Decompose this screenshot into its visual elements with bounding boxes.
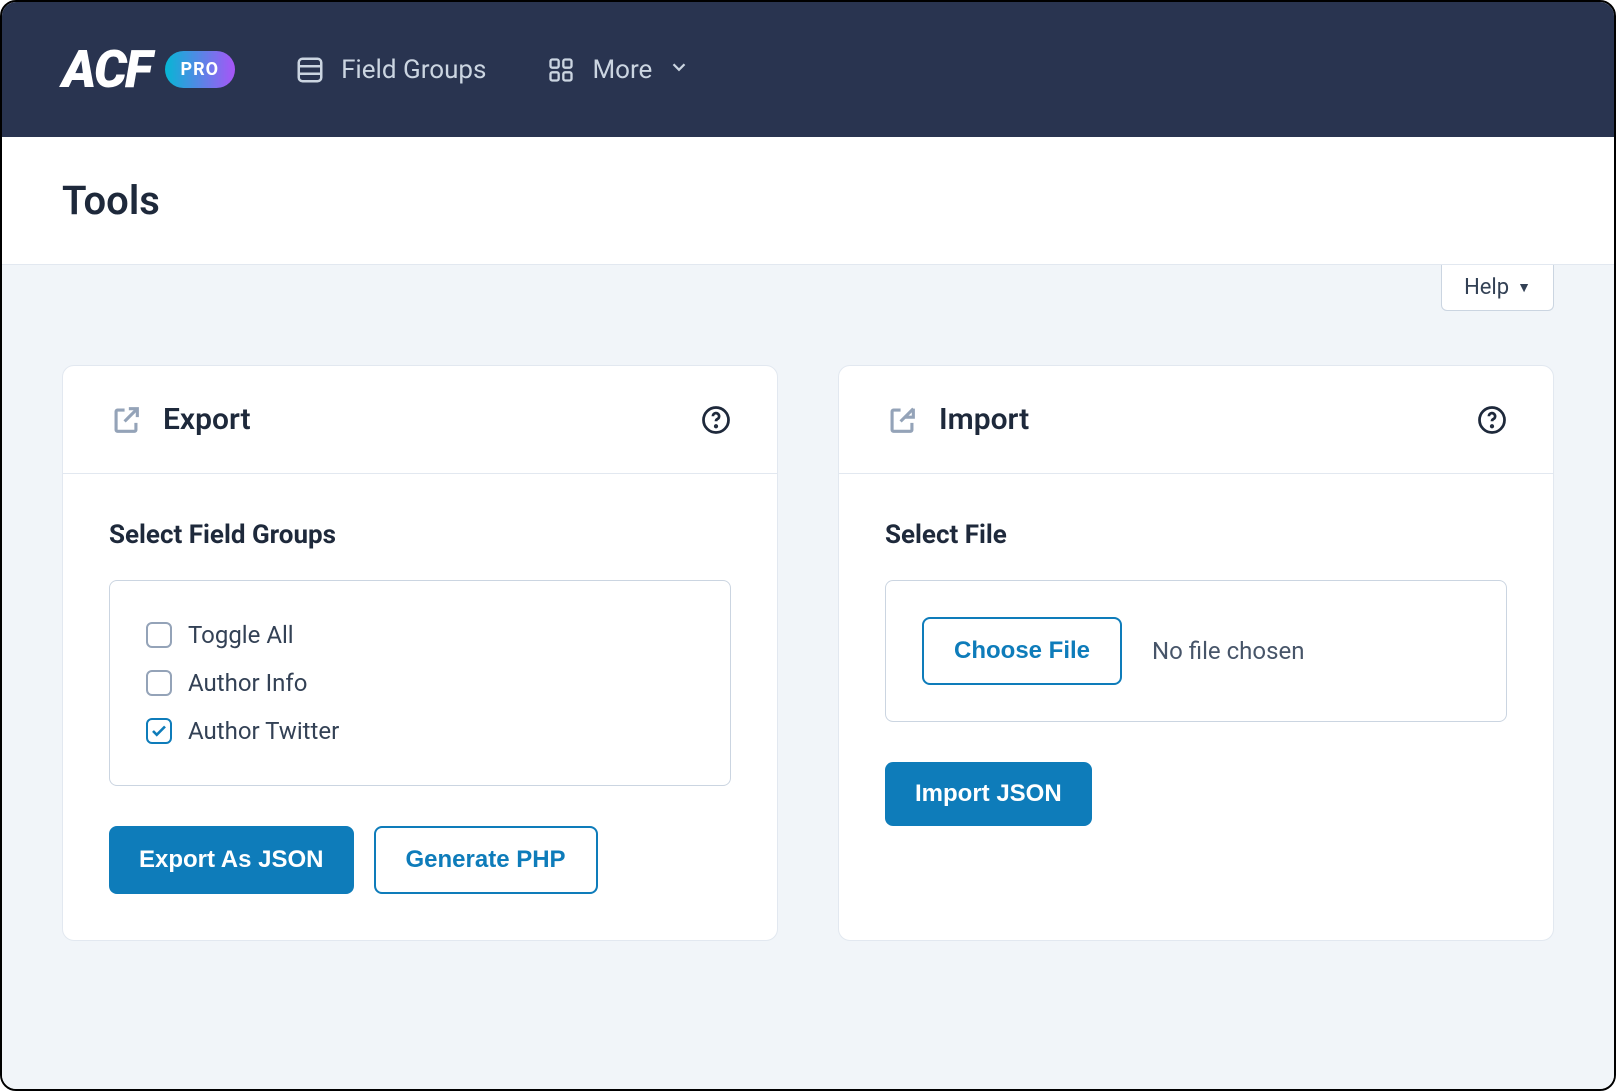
checkbox-label: Author Info <box>188 669 307 697</box>
import-card-body: Select File Choose File No file chosen I… <box>839 474 1553 872</box>
import-card-header: Import <box>839 366 1553 474</box>
help-tab-label: Help <box>1464 275 1509 300</box>
export-section-label: Select Field Groups <box>109 520 731 550</box>
import-card-header-left: Import <box>885 402 1029 437</box>
grid-icon <box>546 55 576 85</box>
chevron-down-icon <box>668 55 690 85</box>
field-groups-panel: Toggle All Author Info Aut <box>109 580 731 786</box>
checkbox-author-twitter[interactable]: Author Twitter <box>146 707 694 755</box>
import-icon <box>885 403 919 437</box>
top-navbar: ACF PRO Field Groups <box>2 2 1614 137</box>
file-status-text: No file chosen <box>1152 637 1304 665</box>
field-groups-icon <box>295 55 325 85</box>
nav-more-label: More <box>592 55 652 85</box>
export-card-body: Select Field Groups Toggle All <box>63 474 777 940</box>
acf-logo: ACF <box>62 39 151 100</box>
export-button-row: Export As JSON Generate PHP <box>109 826 731 894</box>
export-card: Export Select Field Groups <box>62 365 778 941</box>
help-icon[interactable] <box>701 405 731 435</box>
import-section-label: Select File <box>885 520 1507 550</box>
import-button-row: Import JSON <box>885 762 1507 826</box>
caret-down-icon: ▼ <box>1517 279 1531 296</box>
nav-more[interactable]: More <box>546 55 690 85</box>
pro-badge: PRO <box>165 51 236 88</box>
generate-php-button[interactable]: Generate PHP <box>374 826 598 894</box>
checkbox-author-info[interactable]: Author Info <box>146 659 694 707</box>
page-title: Tools <box>62 177 1554 224</box>
checkbox-input[interactable] <box>146 718 172 744</box>
content-area: Help ▼ Export <box>2 265 1614 1089</box>
file-select-panel: Choose File No file chosen <box>885 580 1507 722</box>
checkbox-label: Author Twitter <box>188 717 339 745</box>
help-icon[interactable] <box>1477 405 1507 435</box>
page-title-bar: Tools <box>2 137 1614 265</box>
export-icon <box>109 403 143 437</box>
logo-area: ACF PRO <box>62 39 235 100</box>
export-json-button[interactable]: Export As JSON <box>109 826 354 894</box>
export-card-header: Export <box>63 366 777 474</box>
nav-field-groups-label: Field Groups <box>341 55 486 85</box>
checkbox-input[interactable] <box>146 670 172 696</box>
export-card-title: Export <box>163 402 251 437</box>
import-card-title: Import <box>939 402 1029 437</box>
app-window: ACF PRO Field Groups <box>0 0 1616 1091</box>
nav-field-groups[interactable]: Field Groups <box>295 55 486 85</box>
cards-row: Export Select Field Groups <box>62 265 1554 941</box>
choose-file-button[interactable]: Choose File <box>922 617 1122 685</box>
export-card-header-left: Export <box>109 402 251 437</box>
checkbox-toggle-all[interactable]: Toggle All <box>146 611 694 659</box>
checkbox-label: Toggle All <box>188 621 294 649</box>
help-tab[interactable]: Help ▼ <box>1441 265 1554 311</box>
import-card: Import Select File Choose File No <box>838 365 1554 941</box>
checkbox-input[interactable] <box>146 622 172 648</box>
import-json-button[interactable]: Import JSON <box>885 762 1092 826</box>
